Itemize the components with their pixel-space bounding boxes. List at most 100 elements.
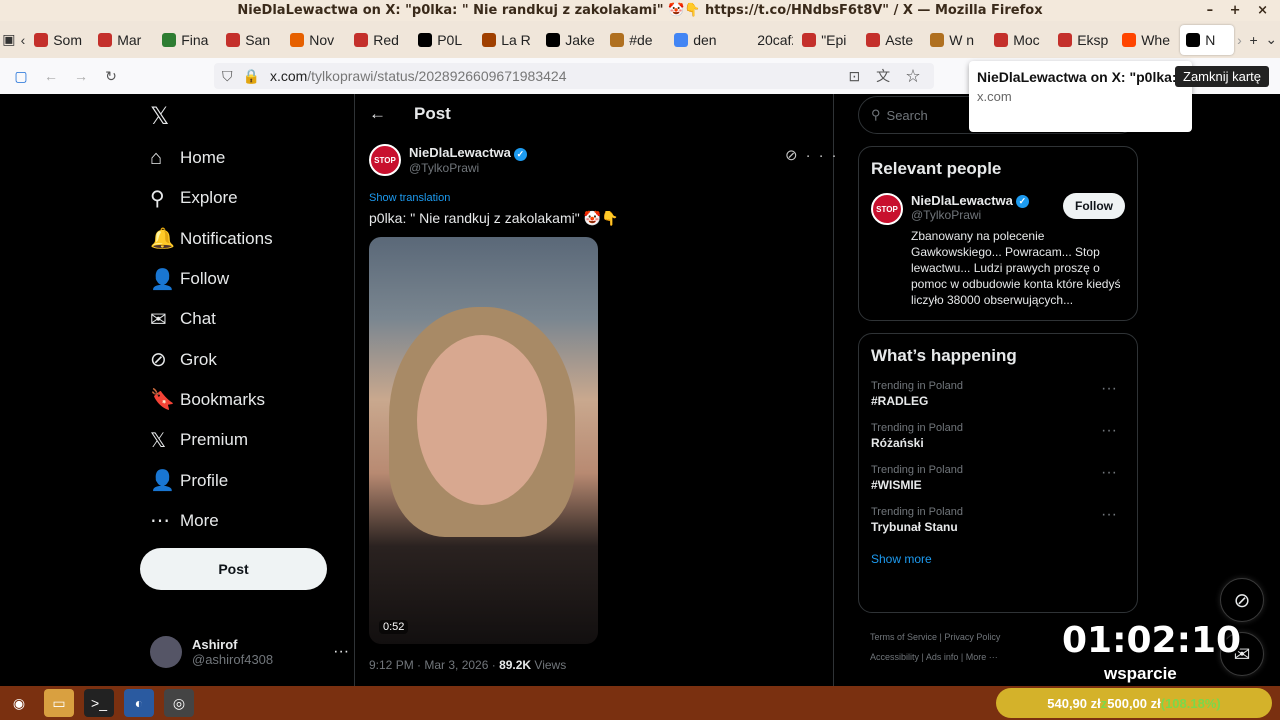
trend-item[interactable]: Trending in Poland #RADLEG ··· xyxy=(871,380,1125,408)
browser-tab[interactable]: Eksp xyxy=(1052,25,1113,55)
trend-label: Trending in Poland xyxy=(871,380,963,393)
browser-tab[interactable]: Whe xyxy=(1116,25,1177,55)
tweet-controls[interactable]: ⊘··· xyxy=(785,146,845,164)
firefox-icon[interactable]: ◐ xyxy=(124,689,154,717)
browser-tab[interactable]: Aste xyxy=(860,25,921,55)
browser-tab[interactable]: Moc xyxy=(988,25,1049,55)
browser-tab[interactable]: Nov xyxy=(284,25,345,55)
tweet-video[interactable]: 0:52 xyxy=(369,237,598,644)
avatar xyxy=(150,636,182,668)
window-controls[interactable]: – + × xyxy=(1207,0,1274,21)
sidebar-toggle-icon[interactable]: ▢ xyxy=(6,62,36,90)
trend-more-icon[interactable]: ··· xyxy=(1101,506,1117,524)
tab-favicon-icon xyxy=(290,32,305,47)
show-more-link[interactable]: Show more xyxy=(871,552,1125,566)
account-switcher[interactable]: Ashirof @ashirof4308 ··· xyxy=(150,632,350,672)
back-icon[interactable]: ← xyxy=(36,62,66,90)
profile-icon: 👤 xyxy=(150,470,175,493)
trend-name: Trybunał Stanu xyxy=(871,520,958,535)
stream-timer: 01:02:10 xyxy=(1062,620,1242,661)
browser-tab[interactable]: "Epi xyxy=(796,25,857,55)
trend-more-icon[interactable]: ··· xyxy=(1101,422,1117,440)
nav-list: ⌂ Home ⚲ Explore 🔔 Notifications 👤 Follow ✉ Chat ⊘… xyxy=(140,138,340,541)
browser-tab[interactable]: N xyxy=(1180,24,1235,55)
trend-item[interactable]: Trending in Poland Różański ··· xyxy=(871,422,1125,450)
author-avatar[interactable]: STOP xyxy=(369,144,401,176)
nav-item-explore[interactable]: ⚲ Explore xyxy=(140,178,340,218)
tab-label: W n xyxy=(949,31,975,48)
video-duration: 0:52 xyxy=(379,620,409,634)
browser-tab[interactable]: 20caf2 xyxy=(732,25,793,55)
verified-icon: ✓ xyxy=(1015,195,1029,209)
author-name[interactable]: NieDlaLewactwa xyxy=(409,145,511,160)
nav-item-notifications[interactable]: 🔔 Notifications xyxy=(140,219,340,259)
nav-item-profile[interactable]: 👤 Profile xyxy=(140,460,340,500)
new-tab-icon[interactable]: + xyxy=(1245,26,1263,54)
reload-icon[interactable]: ↻ xyxy=(96,62,126,90)
tab-label: Moc xyxy=(1013,31,1040,48)
follow-button[interactable]: Follow xyxy=(1063,193,1125,219)
account-more-icon[interactable]: ··· xyxy=(333,643,349,661)
tab-label: La R xyxy=(501,31,531,48)
tab-bar: ▣ ‹ Som Mar Fina San Nov Red P0L La R Jake #de den… xyxy=(0,21,1280,58)
browser-tab[interactable]: Red xyxy=(348,25,409,55)
trend-name: #WISMIE xyxy=(871,478,922,493)
trend-more-icon[interactable]: ··· xyxy=(1101,380,1117,398)
shield-icon[interactable]: ⛉ xyxy=(222,68,233,85)
scroll-right-icon[interactable]: › xyxy=(1234,26,1245,54)
relevant-person[interactable]: STOP NieDlaLewactwa ✓ @TylkoPrawi Follow … xyxy=(871,193,1125,308)
trend-more-icon[interactable]: ··· xyxy=(1101,464,1117,482)
obs-icon[interactable]: ◎ xyxy=(164,689,194,717)
tab-favicon-icon xyxy=(546,32,561,47)
url-text[interactable]: x.com/tylkoprawi/status/2028926609671983… xyxy=(270,68,567,84)
post-button[interactable]: Post xyxy=(140,548,327,590)
forward-icon[interactable]: → xyxy=(66,62,96,90)
browser-tab[interactable]: La R xyxy=(476,25,537,55)
nav-item-bookmarks[interactable]: 🔖 Bookmarks xyxy=(140,380,340,420)
url-bar[interactable]: ⛉ 🔒 x.com/tylkoprawi/status/202892660967… xyxy=(214,63,934,89)
nav-item-home[interactable]: ⌂ Home xyxy=(140,138,340,178)
tab-label: P0L xyxy=(437,31,463,48)
browser-tab[interactable]: Som xyxy=(28,25,89,55)
nav-item-follow[interactable]: 👤 Follow xyxy=(140,259,340,299)
tab-label: Mar xyxy=(117,31,142,48)
person-name[interactable]: NieDlaLewactwa xyxy=(911,193,1013,208)
browser-tab[interactable]: #de xyxy=(604,25,665,55)
browser-tab[interactable]: den xyxy=(668,25,729,55)
nav-item-chat[interactable]: ✉ Chat xyxy=(140,299,340,339)
browser-tab[interactable]: P0L xyxy=(412,25,473,55)
tab-label: N xyxy=(1205,31,1216,48)
tab-favicon-icon xyxy=(1122,32,1137,47)
terminal-icon[interactable]: >_ xyxy=(84,689,114,717)
menu-icon[interactable]: ◉ xyxy=(4,689,34,717)
browser-tab[interactable]: Jake xyxy=(540,25,601,55)
show-translation[interactable]: Show translation xyxy=(369,192,450,204)
nav-item-grok[interactable]: ⊘ Grok xyxy=(140,339,340,379)
tab-label: 20caf2 xyxy=(757,31,793,48)
nav-item-more[interactable]: ⋯ More xyxy=(140,501,340,541)
trend-item[interactable]: Trending in Poland #WISMIE ··· xyxy=(871,464,1125,492)
url-action-icons[interactable]: ⊡ 文 ☆ xyxy=(848,66,934,86)
back-arrow-icon[interactable]: ← xyxy=(369,104,386,124)
files-icon[interactable]: ▭ xyxy=(44,689,74,717)
browser-tab[interactable]: Mar xyxy=(92,25,153,55)
tab-favicon-icon xyxy=(802,32,817,47)
nav-label: Bookmarks xyxy=(180,389,266,409)
trend-item[interactable]: Trending in Poland Trybunał Stanu ··· xyxy=(871,506,1125,534)
person-handle[interactable]: @TylkoPrawi xyxy=(911,208,1029,222)
tab-favicon-icon xyxy=(226,32,241,47)
x-logo[interactable]: 𝕏 xyxy=(140,94,340,138)
tab-list-icon[interactable]: ▣ xyxy=(0,26,18,54)
lock-icon[interactable]: 🔒 xyxy=(243,68,260,85)
grok-fab-icon[interactable]: ⊘ xyxy=(1220,578,1264,622)
author-handle[interactable]: @TylkoPrawi xyxy=(409,161,527,175)
browser-tab[interactable]: Fina xyxy=(156,25,217,55)
tabs: Som Mar Fina San Nov Red P0L La R Jake #de den 20ca… xyxy=(28,24,1235,55)
tweet-author[interactable]: STOP NieDlaLewactwa ✓ @TylkoPrawi xyxy=(369,144,527,176)
nav-item-premium[interactable]: 𝕏 Premium xyxy=(140,420,340,460)
all-tabs-icon[interactable]: ⌄ xyxy=(1262,26,1280,54)
browser-tab[interactable]: W n xyxy=(924,25,985,55)
browser-tab[interactable]: San xyxy=(220,25,281,55)
scroll-left-icon[interactable]: ‹ xyxy=(18,26,29,54)
person-avatar[interactable]: STOP xyxy=(871,193,903,225)
